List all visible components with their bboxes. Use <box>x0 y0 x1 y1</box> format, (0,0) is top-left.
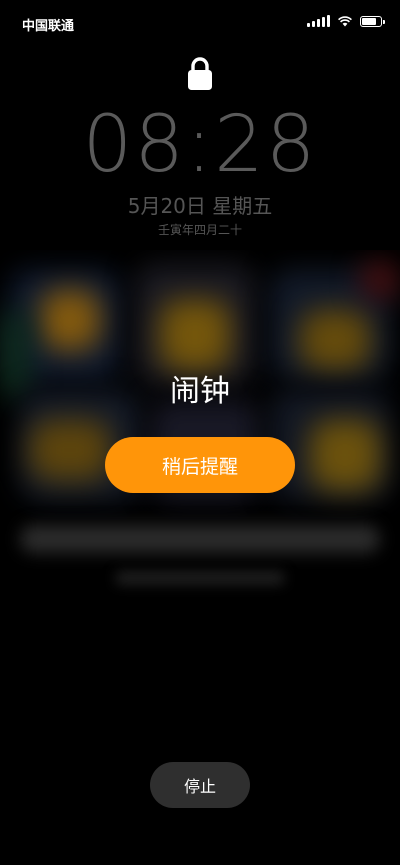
stop-button[interactable]: 停止 <box>150 762 250 808</box>
blurred-wallpaper-caption <box>0 525 400 585</box>
wifi-icon <box>338 15 352 26</box>
date-label: 5月20日 星期五 <box>127 194 273 218</box>
alarm-title: 闹钟 <box>170 374 230 409</box>
lock-screen-clock: 08:28 <box>82 100 318 190</box>
lock-icon <box>188 57 212 90</box>
snooze-button[interactable]: 稍后提醒 <box>105 437 295 493</box>
lunar-date-label: 壬寅年四月二十 <box>157 223 242 237</box>
status-bar: 中国联通 <box>0 0 400 48</box>
battery-icon <box>360 15 385 27</box>
battery-fill <box>362 17 377 25</box>
status-icons <box>307 15 385 27</box>
signal-icon <box>307 15 330 27</box>
carrier-label: 中国联通 <box>22 19 75 34</box>
